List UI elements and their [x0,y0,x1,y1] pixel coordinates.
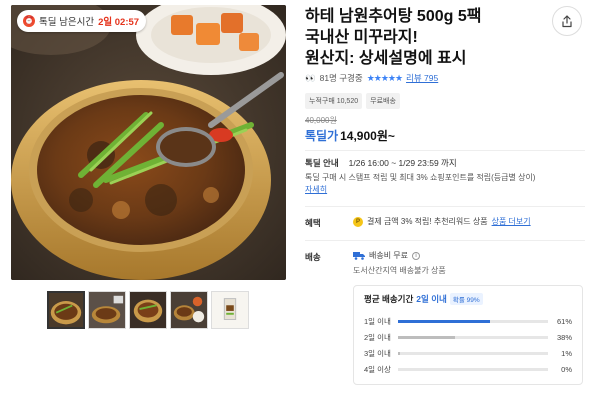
thumbnail-1[interactable] [47,291,85,329]
soup-photo-illustration [11,5,286,280]
delivery-row: 1일 이내 61% [364,313,572,329]
deal-price-row: 톡딜가 14,900원~ [305,127,395,144]
divider [305,150,585,151]
deal-timer-badge: ⏰ 톡딜 남은시간 2일 02:57 [17,10,147,32]
shipping-fee-row: 배송비 무료 i [353,250,421,261]
divider [305,240,585,241]
tag-cumulative-purchases: 누적구매 10,520 [305,93,363,109]
thumbnail-strip [47,291,249,329]
delivery-bar-track [398,367,548,371]
eyes-icon: 👀 [305,72,316,83]
timer-time: 2일 02:57 [98,17,140,28]
deal-period: 1/26 16:00 ~ 1/29 23:59 까지 [348,158,457,168]
delivery-row-label: 2일 이내 [364,332,391,342]
thumbnail-5[interactable] [211,291,249,329]
benefit-more-link[interactable]: 상품 더보기 [492,216,531,227]
delivery-row: 4일 이상 0% [364,361,572,377]
share-button[interactable] [552,6,582,36]
coin-icon: P [353,216,363,227]
alarm-icon: ⏰ [23,15,35,27]
benefit-text: 결제 금액 3% 적립! 추천리워드 상품 [367,217,488,226]
delivery-row-pct: 38% [556,332,572,342]
info-icon[interactable]: i [412,251,421,260]
truck-icon [353,252,365,260]
delivery-bar-fill [398,319,490,323]
viewer-count: 81명 구경중 [319,73,363,83]
delivery-stats-title: 평균 배송기간 2일 이내 확률 99% [364,293,572,305]
deal-price-label: 톡딜가 [305,129,339,143]
deal-price-value: 14,900원~ [340,129,395,143]
thumbnail-4[interactable] [170,291,208,329]
product-title: 하테 남원추어탕 500g 5팩 국내산 미꾸라지! 원산지: 상세설명에 표시 [305,6,545,69]
review-summary: 👀 81명 구경중 ★★★★★ 리뷰 795 [305,72,438,84]
deal-info-label: 톡딜 안내 [305,158,339,168]
delivery-row-label: 4일 이상 [364,364,391,374]
title-line-2: 국내산 미꾸라지! [305,29,418,46]
delivery-bar-track [398,351,548,355]
probability-badge: 확률 99% [449,293,483,305]
benefit-label: 혜택 [305,218,321,228]
avg-delivery-label: 평균 배송기간 [364,294,414,304]
delivery-bar-fill [398,335,455,339]
tag-free-shipping: 무료배송 [366,93,400,109]
deal-description: 톡딜 구매 시 스탬프 적립 및 최대 3% 쇼핑포인트를 적립(등급별 상이)… [305,172,585,196]
product-tags: 누적구매 10,520 무료배송 [305,93,400,109]
delivery-row: 2일 이내 38% [364,329,572,345]
deal-more-link[interactable]: 자세히 [305,185,327,194]
shipping-label: 배송 [305,252,321,262]
benefit-row: P 결제 금액 3% 적립! 추천리워드 상품 상품 더보기 [353,216,531,227]
share-icon [562,14,572,27]
delivery-bar-track [398,335,548,339]
delivery-bar-fill [398,351,400,355]
divider [305,206,585,207]
delivery-row-label: 3일 이내 [364,348,391,358]
thumbnail-2[interactable] [88,291,126,329]
deal-desc-text: 톡딜 구매 시 스탬프 적립 및 최대 3% 쇼핑포인트를 적립(등급별 상이) [305,173,536,182]
delivery-distribution: 1일 이내 61% 2일 이내 38% 3일 이내 1% 4일 이상 0% [364,313,572,377]
review-count-link[interactable]: 리뷰 795 [406,72,438,84]
delivery-row-label: 1일 이내 [364,316,391,326]
shipping-note: 도서산간지역 배송불가 상품 [353,266,446,275]
delivery-row: 3일 이내 1% [364,345,572,361]
title-line-3: 원산지: 상세설명에 표시 [305,50,467,67]
star-rating: ★★★★★ [366,72,403,83]
thumbnail-3[interactable] [129,291,167,329]
delivery-stats-box: 평균 배송기간 2일 이내 확률 99% 1일 이내 61% 2일 이내 38%… [353,285,583,385]
title-line-1: 하테 남원추어탕 500g 5팩 [305,8,482,25]
original-price: 40,000원 [305,116,337,125]
shipping-fee: 배송비 무료 [369,251,409,260]
delivery-row-pct: 1% [561,348,572,358]
product-main-image[interactable]: ⏰ 톡딜 남은시간 2일 02:57 [11,5,286,280]
timer-label: 톡딜 남은시간 [39,17,95,28]
avg-delivery-value: 2일 이내 [416,294,447,304]
delivery-bar-track [398,319,548,323]
deal-info: 톡딜 안내 1/26 16:00 ~ 1/29 23:59 까지 [305,157,457,169]
delivery-row-pct: 61% [556,316,572,326]
delivery-row-pct: 0% [561,364,572,374]
